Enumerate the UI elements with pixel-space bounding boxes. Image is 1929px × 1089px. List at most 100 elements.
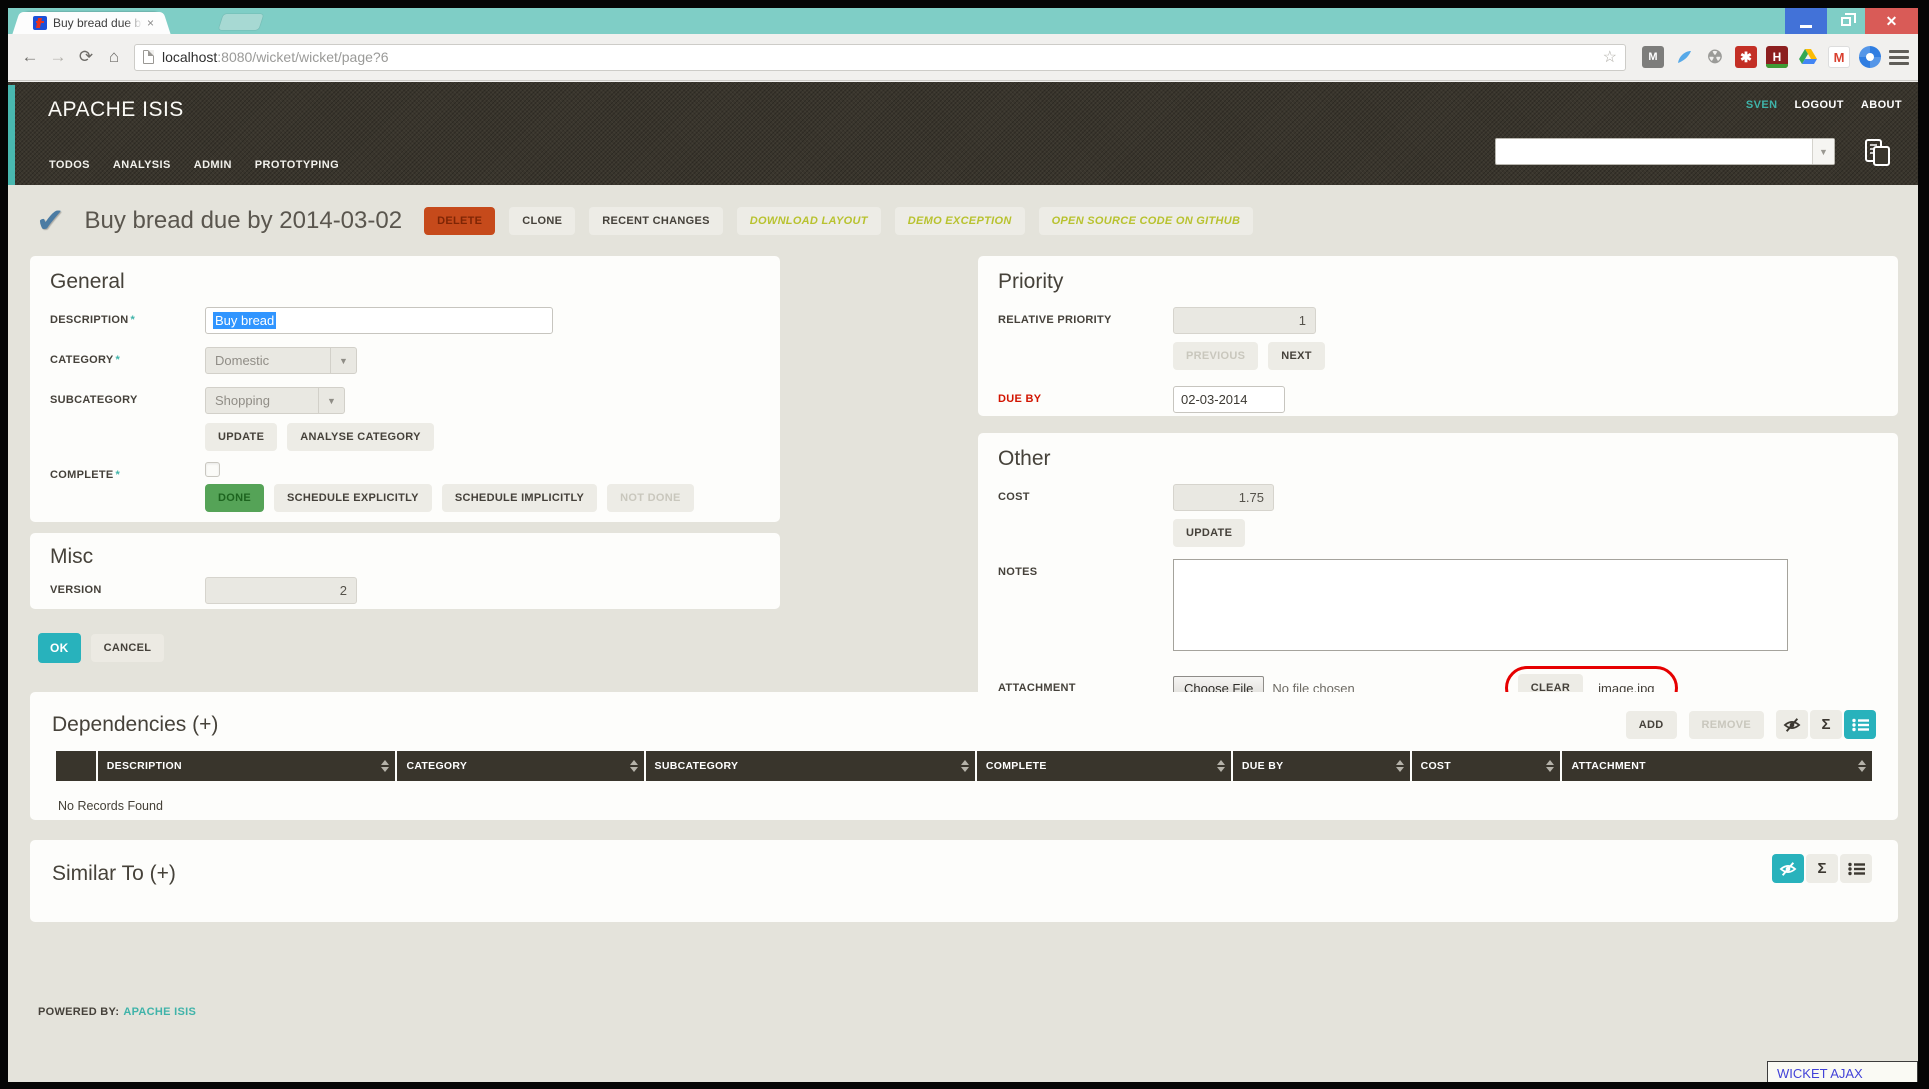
dependencies-heading: Dependencies (+) [52, 713, 1626, 737]
due-by-input[interactable]: 02-03-2014 [1173, 386, 1285, 413]
nav-item-prototyping[interactable]: PROTOTYPING [255, 159, 339, 171]
other-panel: Other COST 1.75 UPDATE NOTES ATTACHMENT … [978, 433, 1898, 708]
tab-close-icon[interactable]: × [147, 16, 154, 30]
column-header-complete[interactable]: COMPLETE [977, 751, 1231, 781]
extension-shutter-icon[interactable] [1859, 46, 1881, 68]
window-controls: ✕ [1785, 8, 1918, 34]
apache-isis-link[interactable]: APACHE ISIS [123, 1006, 196, 1018]
sort-icon [961, 760, 969, 772]
column-header-attachment[interactable]: ATTACHMENT [1562, 751, 1872, 781]
bookmark-star-icon[interactable]: ☆ [1603, 47, 1617, 67]
cost-update-button[interactable]: UPDATE [1173, 519, 1245, 547]
view-toggle-group: Σ [1772, 854, 1872, 883]
schedule-implicitly-button[interactable]: SCHEDULE IMPLICITLY [442, 484, 597, 512]
general-panel: General DESCRIPTION* Buy bread CATEGORY*… [30, 256, 780, 522]
list-view-icon[interactable] [1844, 710, 1876, 739]
brand-title: APACHE ISIS [48, 98, 184, 122]
page-icon [143, 50, 154, 64]
cancel-button[interactable]: CANCEL [91, 634, 165, 662]
about-link[interactable]: ABOUT [1861, 99, 1902, 111]
powered-by-text: POWERED BY: [38, 1006, 119, 1018]
browser-titlebar: Buy bread due by 20 × ✕ [8, 8, 1918, 34]
url-path: :8080/wicket/wicket/page?6 [217, 49, 388, 65]
close-button[interactable]: ✕ [1865, 8, 1918, 34]
summary-view-icon[interactable]: Σ [1806, 854, 1838, 883]
notes-textarea[interactable] [1173, 559, 1788, 651]
subcategory-value: Shopping [206, 393, 318, 408]
sort-icon [1217, 760, 1225, 772]
new-tab-button[interactable] [218, 14, 263, 30]
address-bar[interactable]: localhost:8080/wicket/wicket/page?6 ☆ [134, 44, 1626, 71]
extension-radiation-icon[interactable]: ☢ [1704, 46, 1726, 68]
search-select[interactable]: ▼ [1495, 138, 1835, 165]
complete-checkbox[interactable] [205, 462, 220, 477]
form-actions: OK CANCEL [38, 633, 164, 663]
misc-heading: Misc [50, 545, 760, 569]
extension-drive-icon[interactable] [1797, 46, 1819, 68]
table-header-row: DESCRIPTION CATEGORY SUBCATEGORY COMPLET… [56, 751, 1872, 781]
summary-view-icon[interactable]: Σ [1810, 710, 1842, 739]
delete-button[interactable]: DELETE [424, 207, 495, 235]
sort-icon [630, 760, 638, 772]
ok-button[interactable]: OK [38, 633, 81, 663]
extension-m-icon[interactable]: M [1642, 46, 1664, 68]
wicket-ajax-debug-button[interactable]: WICKET AJAX DEBUG [1767, 1061, 1918, 1082]
hide-view-icon[interactable] [1776, 710, 1808, 739]
version-field: 2 [205, 577, 357, 604]
browser-tab[interactable]: Buy bread due by 20 × [23, 12, 160, 34]
column-header-subcategory[interactable]: SUBCATEGORY [646, 751, 975, 781]
copy-link-icon[interactable] [1864, 138, 1892, 168]
restore-button[interactable] [1827, 8, 1865, 34]
extension-feather-icon[interactable] [1673, 46, 1695, 68]
reload-icon[interactable]: ⟳ [72, 47, 100, 67]
description-input[interactable]: Buy bread [205, 307, 553, 334]
logout-link[interactable]: LOGOUT [1794, 99, 1843, 111]
recent-changes-button[interactable]: RECENT CHANGES [589, 207, 723, 235]
minimize-button[interactable] [1785, 8, 1827, 34]
chevron-down-icon: ▼ [318, 388, 344, 413]
next-button[interactable]: NEXT [1268, 342, 1325, 370]
analyse-category-button[interactable]: ANALYSE CATEGORY [287, 423, 434, 451]
sort-icon [1396, 760, 1404, 772]
done-button[interactable]: DONE [205, 484, 264, 512]
list-view-icon[interactable] [1840, 854, 1872, 883]
column-header-due-by[interactable]: DUE BY [1233, 751, 1410, 781]
download-layout-button[interactable]: DOWNLOAD LAYOUT [737, 207, 881, 235]
back-icon[interactable]: ← [16, 47, 44, 67]
nav-item-analysis[interactable]: ANALYSIS [113, 159, 171, 171]
add-button[interactable]: ADD [1626, 711, 1677, 739]
sort-icon [1546, 760, 1554, 772]
nav-item-admin[interactable]: ADMIN [194, 159, 232, 171]
schedule-explicitly-button[interactable]: SCHEDULE EXPLICITLY [274, 484, 432, 512]
update-button[interactable]: UPDATE [205, 423, 277, 451]
extension-icons: M ☢ ✱ H M [1642, 46, 1881, 68]
hide-view-icon[interactable] [1772, 854, 1804, 883]
url-text: localhost:8080/wicket/wicket/page?6 [162, 49, 388, 65]
browser-menu-icon[interactable] [1889, 50, 1909, 65]
open-source-code-button[interactable]: OPEN SOURCE CODE ON GITHUB [1039, 207, 1254, 235]
nav-item-todos[interactable]: TODOS [49, 159, 90, 171]
chevron-down-icon[interactable]: ▼ [1812, 139, 1834, 164]
subcategory-label: SUBCATEGORY [50, 387, 205, 406]
column-header-category[interactable]: CATEGORY [397, 751, 643, 781]
desktop-background: Buy bread due by 20 × ✕ ← → ⟳ ⌂ localhos… [0, 0, 1929, 1089]
tab-title: Buy bread due by 20 [53, 16, 145, 30]
column-header-cost[interactable]: COST [1412, 751, 1561, 781]
url-host: localhost [162, 49, 217, 65]
view-toggle-group: Σ [1776, 710, 1876, 739]
sort-icon [381, 760, 389, 772]
cost-field: 1.75 [1173, 484, 1274, 511]
demo-exception-button[interactable]: DEMO EXCEPTION [895, 207, 1025, 235]
extension-h-icon[interactable]: H [1766, 46, 1788, 68]
home-icon[interactable]: ⌂ [100, 47, 128, 67]
clone-button[interactable]: CLONE [509, 207, 575, 235]
version-label: VERSION [50, 577, 205, 596]
forward-icon[interactable]: → [44, 47, 72, 67]
required-asterisk: * [116, 469, 121, 481]
extension-gmail-icon[interactable]: M [1828, 46, 1850, 68]
extension-lastpass-icon[interactable]: ✱ [1735, 46, 1757, 68]
entity-title-row: ✔ Buy bread due by 2014-03-02 DELETE CLO… [36, 204, 1253, 238]
user-name-link[interactable]: SVEN [1746, 99, 1778, 111]
general-heading: General [50, 270, 760, 294]
column-header-description[interactable]: DESCRIPTION [98, 751, 396, 781]
